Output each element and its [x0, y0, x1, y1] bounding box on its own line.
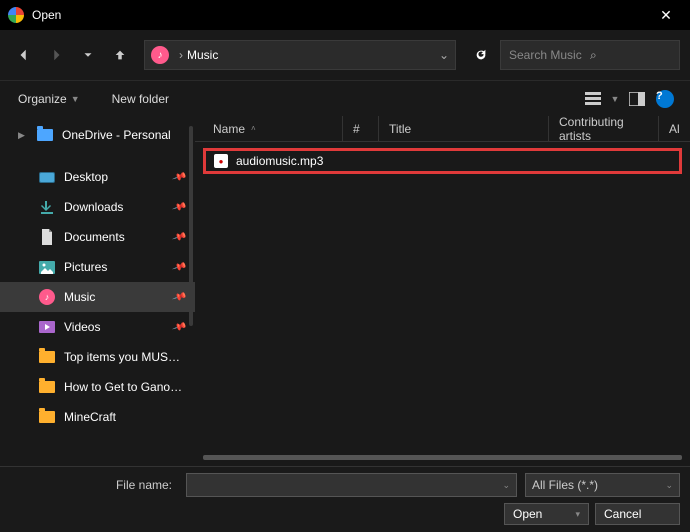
pin-icon: 📌: [171, 319, 187, 334]
folder-icon: [38, 379, 56, 395]
forward-button[interactable]: [42, 41, 70, 69]
column-name[interactable]: Name˄: [203, 116, 343, 141]
column-album[interactable]: Al: [659, 116, 690, 141]
pin-icon: 📌: [171, 259, 187, 274]
search-icon: ⌕: [590, 48, 671, 63]
view-dropdown[interactable]: ▼: [608, 86, 622, 112]
new-folder-button[interactable]: New folder: [106, 88, 175, 110]
chevron-down-icon[interactable]: ⌄: [665, 480, 673, 491]
music-icon: ♪: [38, 289, 56, 305]
sidebar-item-folder[interactable]: Top items you MUST get t: [0, 342, 195, 372]
open-button[interactable]: Open▾: [504, 503, 589, 525]
file-row[interactable]: ● audiomusic.mp3: [203, 148, 682, 174]
help-button[interactable]: ?: [652, 86, 678, 112]
file-name: audiomusic.mp3: [236, 154, 323, 168]
toolbar: Organize▼ New folder ▼ ?: [0, 80, 690, 116]
pin-icon: 📌: [171, 289, 187, 304]
navbar: ♪ › Music ⌄ Search Music ⌕: [0, 30, 690, 80]
column-artists[interactable]: Contributing artists: [549, 116, 659, 141]
pin-icon: 📌: [171, 199, 187, 214]
recent-dropdown[interactable]: [74, 41, 102, 69]
downloads-icon: [38, 199, 56, 215]
search-placeholder: Search Music: [509, 48, 590, 62]
music-icon: ♪: [151, 46, 169, 64]
titlebar: Open ✕: [0, 0, 690, 30]
back-button[interactable]: [10, 41, 38, 69]
sidebar-item-folder[interactable]: MineCraft: [0, 402, 195, 432]
address-dropdown[interactable]: ⌄: [439, 48, 449, 62]
filename-input[interactable]: ⌄: [186, 473, 517, 497]
preview-pane-button[interactable]: [624, 86, 650, 112]
audio-file-icon: ●: [214, 154, 228, 168]
footer: File name: ⌄ All Files (*.*) ⌄ Open▾ Can…: [0, 466, 690, 532]
sidebar-item-pictures[interactable]: Pictures 📌: [0, 252, 195, 282]
videos-icon: [38, 319, 56, 335]
column-headers: Name˄ # Title Contributing artists Al: [195, 116, 690, 142]
app-icon: [8, 7, 24, 23]
chevron-right-icon: ›: [179, 48, 183, 62]
sidebar-item-videos[interactable]: Videos 📌: [0, 312, 195, 342]
chevron-down-icon[interactable]: ⌄: [502, 480, 510, 491]
file-list-pane: Name˄ # Title Contributing artists Al ● …: [195, 116, 690, 466]
folder-icon: [38, 349, 56, 365]
main-area: ▶ OneDrive - Personal Desktop 📌 Download…: [0, 116, 690, 466]
window-title: Open: [32, 8, 646, 22]
column-title[interactable]: Title: [379, 116, 549, 141]
up-button[interactable]: [106, 41, 134, 69]
filename-label: File name:: [10, 478, 178, 492]
filetype-filter[interactable]: All Files (*.*) ⌄: [525, 473, 680, 497]
close-button[interactable]: ✕: [646, 7, 686, 24]
onedrive-icon: [36, 127, 54, 143]
refresh-button[interactable]: [466, 40, 496, 70]
sidebar-item-folder[interactable]: How to Get to Ganondorf: [0, 372, 195, 402]
sidebar-item-downloads[interactable]: Downloads 📌: [0, 192, 195, 222]
chevron-right-icon[interactable]: ▶: [18, 130, 28, 141]
pictures-icon: [38, 259, 56, 275]
search-input[interactable]: Search Music ⌕: [500, 40, 680, 70]
sidebar-item-music[interactable]: ♪ Music 📌: [0, 282, 195, 312]
address-bar[interactable]: ♪ › Music ⌄: [144, 40, 456, 70]
sort-asc-icon: ˄: [251, 124, 256, 133]
desktop-icon: [38, 169, 56, 185]
horizontal-scrollbar[interactable]: [203, 455, 682, 460]
breadcrumb-location[interactable]: Music: [187, 48, 218, 62]
view-menu[interactable]: [580, 86, 606, 112]
cancel-button[interactable]: Cancel: [595, 503, 680, 525]
sidebar-item-desktop[interactable]: Desktop 📌: [0, 162, 195, 192]
documents-icon: [38, 229, 56, 245]
sidebar: ▶ OneDrive - Personal Desktop 📌 Download…: [0, 116, 195, 466]
organize-menu[interactable]: Organize▼: [12, 88, 86, 110]
pin-icon: 📌: [171, 229, 187, 244]
sidebar-item-onedrive[interactable]: ▶ OneDrive - Personal: [0, 120, 195, 150]
sidebar-item-documents[interactable]: Documents 📌: [0, 222, 195, 252]
pin-icon: 📌: [171, 169, 187, 184]
column-number[interactable]: #: [343, 116, 379, 141]
folder-icon: [38, 409, 56, 425]
